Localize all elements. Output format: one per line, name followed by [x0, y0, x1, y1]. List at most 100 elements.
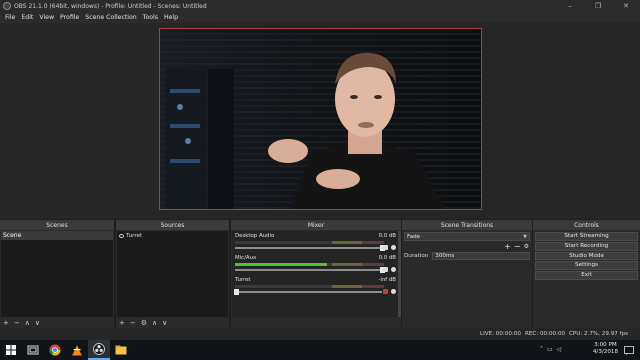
transition-select[interactable]: Fade ▼ — [404, 232, 530, 241]
meter-yellow-zone — [331, 263, 362, 266]
menu-scene-collection[interactable]: Scene Collection — [82, 14, 139, 21]
move-source-down-button[interactable]: ∨ — [162, 319, 167, 327]
track-name: Desktop Audio — [235, 233, 275, 239]
controls-header: Controls — [533, 220, 640, 230]
scenes-footer: + − ∧ ∨ — [0, 318, 114, 328]
exit-button[interactable]: Exit — [535, 271, 638, 280]
chevron-up-icon[interactable]: ˄ — [540, 346, 543, 353]
system-tray: ˄ ▭ ◁ — [540, 346, 561, 353]
gear-icon[interactable] — [391, 245, 396, 250]
obs-taskbar-icon[interactable] — [88, 340, 110, 360]
duration-value: 300ms — [435, 252, 455, 259]
gear-icon[interactable] — [391, 267, 396, 272]
track-db: 0.0 dB — [378, 255, 396, 261]
transition-properties-gear-icon[interactable]: ⚙ — [524, 242, 529, 251]
close-button[interactable]: ✕ — [612, 0, 640, 12]
mixer-track-mic-aux: Mic/Aux 0.0 dB — [235, 255, 396, 275]
scenes-list: Scene — [1, 231, 113, 317]
source-item[interactable]: Turret — [117, 231, 228, 240]
title-bar: OBS 21.1.0 (64bit, windows) - Profile: U… — [0, 0, 640, 12]
minimize-button[interactable]: – — [556, 0, 584, 12]
scene-item[interactable]: Scene — [1, 231, 113, 240]
clock-date: 4/3/2018 — [592, 349, 618, 355]
meter-red-zone — [361, 285, 384, 288]
scenes-dock: Scenes Scene + − ∧ ∨ — [0, 220, 114, 328]
mixer-header: Mixer — [231, 220, 401, 230]
visibility-eye-icon[interactable] — [119, 233, 124, 238]
track-db: -inf dB — [378, 277, 396, 283]
taskbar: ˄ ▭ ◁ 3:00 PM 4/3/2018 — [0, 340, 640, 360]
volume-slider[interactable] — [234, 289, 382, 295]
mixer-track-turret: Turret -inf dB — [234, 277, 396, 297]
transition-selected-value: Fade — [407, 233, 421, 240]
windows-start-icon[interactable] — [0, 340, 22, 360]
move-scene-down-button[interactable]: ∨ — [35, 319, 40, 327]
add-scene-button[interactable]: + — [3, 319, 9, 327]
volume-slider[interactable] — [235, 267, 385, 273]
move-source-up-button[interactable]: ∧ — [152, 319, 157, 327]
track-name: Mic/Aux — [235, 255, 257, 261]
mixer-track-desktop-audio: Desktop Audio 0.0 dB — [235, 233, 396, 253]
clock[interactable]: 3:00 PM 4/3/2018 — [593, 342, 618, 356]
meter-yellow-zone — [331, 285, 362, 288]
add-source-button[interactable]: + — [119, 319, 125, 327]
task-view-icon[interactable] — [22, 340, 44, 360]
menu-file[interactable]: File — [2, 14, 18, 21]
menu-bar: File Edit View Profile Scene Collection … — [0, 12, 640, 23]
remove-transition-button[interactable]: − — [514, 242, 521, 251]
add-transition-button[interactable]: + — [504, 242, 511, 251]
file-explorer-icon[interactable] — [110, 340, 132, 360]
settings-button[interactable]: Settings — [535, 261, 638, 271]
obs-logo-icon — [3, 2, 11, 10]
sources-dock: Sources Turret + − ⚙ ∧ ∨ — [116, 220, 229, 328]
chrome-icon[interactable] — [44, 340, 66, 360]
mixer-dock: Mixer Desktop Audio 0.0 dB Mic/Aux 0.0 d… — [231, 220, 401, 328]
menu-view[interactable]: View — [36, 14, 57, 21]
volume-meter — [235, 241, 384, 244]
cpu-status: CPU: 2.7%, 29.97 fps — [569, 331, 629, 337]
action-center-icon[interactable] — [618, 340, 640, 360]
duration-row: Duration 300ms — [404, 251, 530, 260]
studio-mode-button[interactable]: Studio Mode — [535, 251, 638, 261]
volume-meter — [235, 285, 384, 288]
preview-canvas[interactable] — [159, 28, 482, 210]
vlc-icon[interactable] — [66, 340, 88, 360]
gear-icon[interactable] — [391, 289, 396, 294]
controls-dock: Controls Start Streaming Start Recording… — [533, 220, 640, 328]
volume-meter — [235, 263, 384, 266]
menu-tools[interactable]: Tools — [140, 14, 161, 21]
speaker-icon[interactable] — [383, 245, 388, 250]
start-streaming-button[interactable]: Start Streaming — [535, 232, 638, 241]
status-bar: LIVE: 00:00:00 REC: 00:00:00 CPU: 2.7%, … — [0, 328, 640, 340]
move-scene-up-button[interactable]: ∧ — [25, 319, 30, 327]
maximize-button[interactable]: ❐ — [584, 0, 612, 12]
window-controls: – ❐ ✕ — [556, 0, 640, 12]
remove-source-button[interactable]: − — [130, 319, 136, 327]
source-properties-gear-icon[interactable]: ⚙ — [141, 319, 147, 327]
speaker-icon[interactable] — [383, 267, 388, 272]
track-name: Turret — [235, 277, 251, 283]
scenes-header: Scenes — [0, 220, 114, 230]
clock-time: 3:00 PM — [594, 342, 617, 348]
mixer-scrollbar[interactable] — [398, 231, 401, 317]
meter-yellow-zone — [331, 241, 362, 244]
track-db: 0.0 dB — [378, 233, 396, 239]
source-item-label: Turret — [126, 232, 143, 239]
volume-icon[interactable]: ◁ — [557, 346, 562, 353]
menu-help[interactable]: Help — [161, 14, 181, 21]
transition-actions: + − ⚙ — [504, 242, 529, 251]
sources-list: Turret — [117, 231, 228, 317]
muted-speaker-icon[interactable] — [383, 289, 388, 294]
duration-input[interactable]: 300ms — [432, 251, 530, 260]
live-status: LIVE: 00:00:00 — [480, 331, 521, 337]
start-recording-button[interactable]: Start Recording — [535, 241, 638, 251]
network-icon[interactable]: ▭ — [547, 346, 553, 353]
volume-slider-knob[interactable] — [234, 289, 239, 295]
menu-profile[interactable]: Profile — [57, 14, 82, 21]
menu-edit[interactable]: Edit — [18, 14, 36, 21]
volume-slider[interactable] — [235, 245, 385, 251]
webcam-feed-image — [160, 29, 481, 209]
duration-label: Duration — [404, 252, 429, 259]
remove-scene-button[interactable]: − — [14, 319, 20, 327]
sources-header: Sources — [116, 220, 229, 230]
